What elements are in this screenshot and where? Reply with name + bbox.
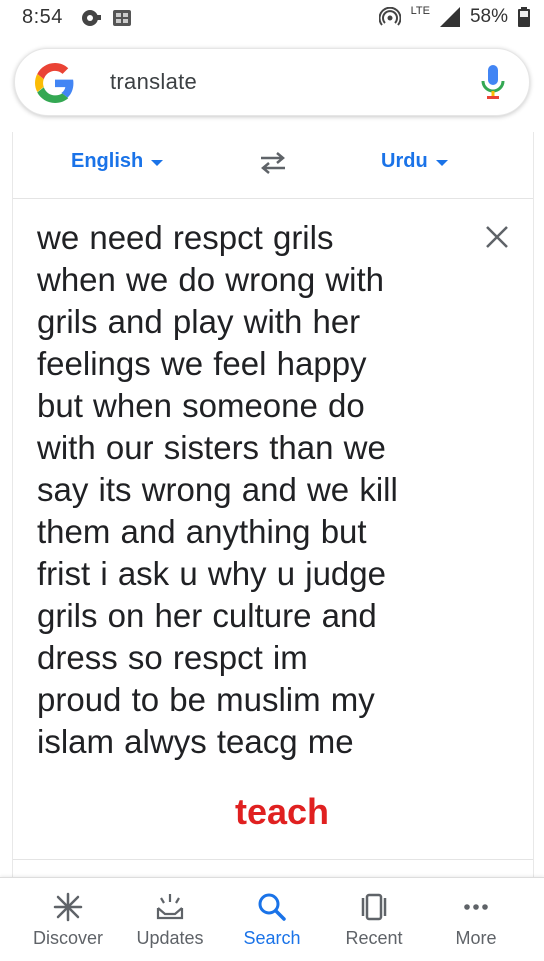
status-time: 8:54 <box>22 6 63 28</box>
nav-label: Discover <box>32 928 103 948</box>
messenger-icon <box>82 10 101 26</box>
status-bar: 8:54 LTE 58% <box>0 0 544 34</box>
language-selector-row: English Urdu <box>13 132 533 199</box>
nav-label: Updates <box>136 928 204 948</box>
nav-label: Search <box>243 928 301 948</box>
battery-icon <box>518 7 530 27</box>
nav-recent[interactable]: Recent <box>324 892 424 949</box>
notification-icons <box>80 8 132 28</box>
target-language-selector[interactable]: Urdu <box>381 150 448 173</box>
close-icon[interactable] <box>483 223 511 251</box>
bottom-navigation: Discover Updates Search Recent More <box>0 877 544 961</box>
search-header: translate <box>0 34 544 132</box>
nav-label: More <box>455 928 497 948</box>
system-icons: LTE 58% <box>378 5 530 28</box>
nav-label: Recent <box>345 928 403 948</box>
search-icon <box>258 893 286 921</box>
search-query[interactable]: translate <box>110 69 197 95</box>
mic-icon[interactable] <box>481 65 505 101</box>
battery-percent: 58% <box>469 6 508 27</box>
source-language-label: English <box>71 150 144 172</box>
network-type: LTE <box>410 5 430 17</box>
target-language-label: Urdu <box>381 150 428 172</box>
nav-search[interactable]: Search <box>222 892 322 949</box>
updates-icon <box>156 894 184 920</box>
chevron-down-icon <box>435 159 448 166</box>
more-icon <box>464 904 488 910</box>
signal-icon <box>439 7 460 27</box>
divider <box>13 859 533 860</box>
nav-more[interactable]: More <box>426 892 526 949</box>
nav-discover[interactable]: Discover <box>18 892 118 949</box>
source-text-area[interactable]: we need respct grils when we do wrong wi… <box>13 199 533 859</box>
swap-languages-icon[interactable] <box>257 150 289 176</box>
discover-icon <box>53 892 83 922</box>
source-text[interactable]: we need respct grils when we do wrong wi… <box>37 217 457 763</box>
recent-icon <box>361 893 387 921</box>
source-language-selector[interactable]: English <box>71 150 164 173</box>
hotspot-icon <box>378 7 401 26</box>
gallery-icon <box>113 10 131 26</box>
chevron-down-icon <box>151 159 164 166</box>
search-box[interactable]: translate <box>14 48 530 116</box>
nav-updates[interactable]: Updates <box>120 892 220 949</box>
translate-card: English Urdu we need respct grils when w… <box>12 132 534 877</box>
overlay-annotation: teach <box>235 791 330 832</box>
google-logo <box>35 63 74 103</box>
